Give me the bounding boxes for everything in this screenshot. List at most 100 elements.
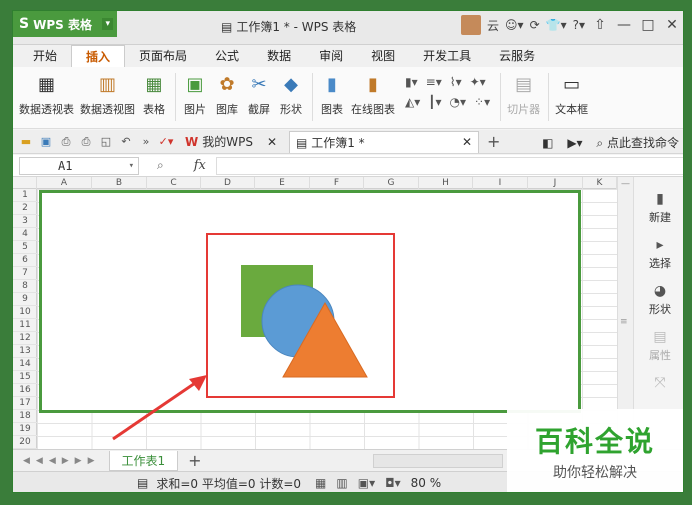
row-header[interactable]: 2 (13, 202, 37, 215)
close-icon[interactable]: ✕ (267, 135, 277, 149)
textbox-button[interactable]: ▭ 文本框 (555, 71, 588, 117)
row-header[interactable]: 8 (13, 280, 37, 293)
row-header[interactable]: 18 (13, 410, 37, 423)
gallery-button[interactable]: ✿ 图库 (214, 71, 240, 117)
row-header[interactable]: 12 (13, 332, 37, 345)
tab-cloud[interactable]: 云服务 (485, 45, 549, 67)
tab-workbook[interactable]: ▤ 工作簿1 * ✕ (289, 130, 480, 153)
sheet-tab-active[interactable]: 工作表1 (108, 450, 179, 471)
row-header[interactable]: 9 (13, 293, 37, 306)
online-chart-button[interactable]: ▮ 在线图表 (351, 71, 395, 117)
formula-input[interactable] (215, 156, 683, 175)
more-icon[interactable]: » (139, 135, 153, 149)
eye-protect-icon[interactable]: ◘▾ (385, 476, 401, 490)
book-icon[interactable]: ◧ (542, 136, 553, 150)
table-button[interactable]: ▦ 表格 (141, 71, 167, 117)
scatter-chart-icon[interactable]: ⁘▾ (474, 95, 490, 109)
share-icon[interactable]: ▶▾ (567, 136, 582, 150)
tab-view[interactable]: 视图 (357, 45, 409, 67)
picture-button[interactable]: ▣ 图片 (182, 71, 208, 117)
sheet-status-icon[interactable]: ▤ (137, 476, 148, 490)
tab-review[interactable]: 审阅 (305, 45, 357, 67)
column-header[interactable]: K (583, 177, 617, 189)
tab-formulas[interactable]: 公式 (201, 45, 253, 67)
bar-chart-h-icon[interactable]: ≡▾ (426, 75, 442, 89)
column-header[interactable]: H (419, 177, 473, 189)
customize-icon[interactable]: ✓▾ (159, 135, 174, 149)
row-header[interactable]: 13 (13, 345, 37, 358)
select-all-corner[interactable] (13, 177, 37, 189)
user-label[interactable]: 云 (487, 17, 499, 34)
chart-button[interactable]: ▮ 图表 (319, 71, 345, 117)
sync-icon[interactable]: ⟳ (530, 18, 540, 32)
tab-developer[interactable]: 开发工具 (409, 45, 485, 67)
scroll-thumb[interactable]: ≡ (620, 317, 630, 329)
maximize-button[interactable]: □ (639, 17, 657, 33)
scroll-up-icon[interactable]: — (618, 179, 633, 189)
help-icon[interactable]: ?▾ (573, 18, 585, 32)
row-header[interactable]: 5 (13, 241, 37, 254)
command-search[interactable]: ◧ ▶▾ ⌕ 点此查找命令 (542, 134, 679, 151)
app-menu-button[interactable]: S WPS 表格 ▾ (13, 11, 117, 37)
row-header[interactable]: 14 (13, 358, 37, 371)
reading-mode-icon[interactable]: ▣▾ (358, 476, 375, 490)
slicer-button[interactable]: ▤ 切片器 (507, 71, 540, 117)
column-header[interactable]: A (37, 177, 92, 189)
row-header[interactable]: 6 (13, 254, 37, 267)
row-header[interactable]: 1 (13, 189, 37, 202)
side-new-button[interactable]: ▮ 新建 (634, 191, 683, 225)
row-header[interactable]: 20 (13, 436, 37, 449)
horizontal-scrollbar[interactable] (373, 454, 503, 468)
avatar[interactable] (461, 15, 481, 35)
open-folder-icon[interactable]: ▬ (19, 135, 33, 149)
column-header[interactable]: J (528, 177, 583, 189)
close-icon[interactable]: ✕ (462, 135, 472, 149)
skin-icon[interactable]: 👕▾ (546, 18, 567, 32)
smile-icon[interactable]: ☺▾ (505, 18, 524, 32)
stock-chart-icon[interactable]: ┃▾ (428, 95, 441, 109)
row-header[interactable]: 15 (13, 371, 37, 384)
side-shape-button[interactable]: ◕ 形状 (634, 283, 683, 317)
export-icon[interactable]: ⎙ (59, 135, 73, 149)
tab-insert[interactable]: 插入 (71, 45, 126, 67)
row-header[interactable]: 10 (13, 306, 37, 319)
page-break-view-icon[interactable]: ▥ (336, 476, 347, 490)
column-header[interactable]: E (255, 177, 310, 189)
radar-chart-icon[interactable]: ✦▾ (470, 75, 486, 89)
line-chart-icon[interactable]: ⌇▾ (450, 75, 462, 89)
column-header[interactable]: C (147, 177, 201, 189)
screenshot-button[interactable]: ✂ 截屏 (246, 71, 272, 117)
add-sheet-button[interactable]: + (188, 451, 201, 470)
chevron-down-icon[interactable]: ▾ (129, 158, 134, 174)
tab-my-wps[interactable]: W 我的WPS ✕ (179, 131, 283, 153)
column-header[interactable]: G (364, 177, 419, 189)
print-icon[interactable]: ⎙ (79, 135, 93, 149)
row-header[interactable]: 4 (13, 228, 37, 241)
column-header[interactable]: I (473, 177, 528, 189)
tab-home[interactable]: 开始 (19, 45, 71, 67)
restore-up-icon[interactable]: ⇧ (591, 17, 609, 33)
tab-data[interactable]: 数据 (253, 45, 305, 67)
row-header[interactable]: 7 (13, 267, 37, 280)
side-property-button[interactable]: ▤ 属性 (634, 329, 683, 363)
tab-page-layout[interactable]: 页面布局 (125, 45, 201, 67)
close-button[interactable]: ✕ (663, 17, 681, 33)
side-more-button[interactable]: ⤧ (634, 375, 683, 393)
name-box[interactable]: A1 ▾ (19, 156, 139, 175)
area-chart-icon[interactable]: ◭▾ (405, 95, 420, 109)
row-header[interactable]: 11 (13, 319, 37, 332)
minimize-button[interactable]: — (615, 17, 633, 33)
column-header[interactable]: F (310, 177, 364, 189)
zoom-level[interactable]: 80 % (411, 476, 442, 490)
column-header[interactable]: D (201, 177, 255, 189)
shape-button[interactable]: ◆ 形状 (278, 71, 304, 117)
pivot-table-button[interactable]: ▦ 数据透视表 (19, 71, 74, 117)
fx-button[interactable]: fx (194, 158, 206, 173)
column-header[interactable]: B (92, 177, 147, 189)
row-header[interactable]: 3 (13, 215, 37, 228)
side-select-button[interactable]: ▸ 选择 (634, 237, 683, 271)
inserted-shapes-group[interactable] (239, 263, 369, 381)
row-header[interactable]: 17 (13, 397, 37, 410)
pivot-chart-button[interactable]: ▥ 数据透视图 (80, 71, 135, 117)
column-chart-icon[interactable]: ▮▾ (405, 75, 418, 89)
